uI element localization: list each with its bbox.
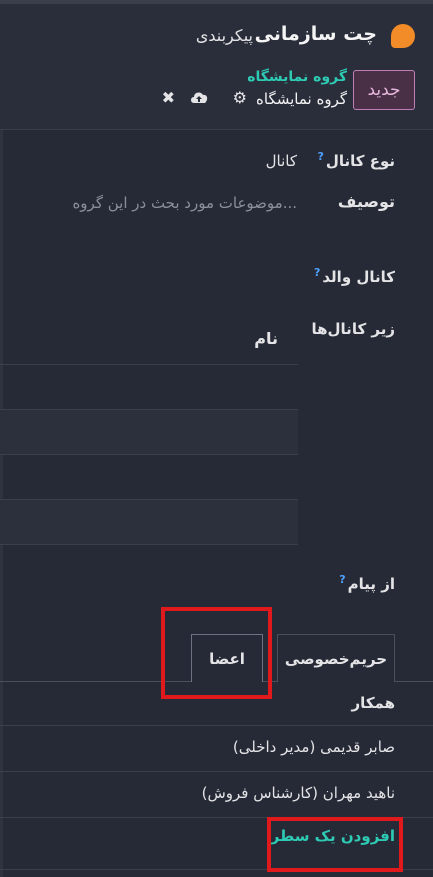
tab-members[interactable]: اعضا bbox=[191, 634, 263, 682]
table-row bbox=[0, 365, 298, 410]
channel-type-value[interactable]: کانال bbox=[266, 152, 297, 170]
cloud-upload-icon[interactable] bbox=[189, 89, 209, 109]
channel-type-label: ? نوع کانال bbox=[317, 150, 395, 170]
help-marker[interactable]: ? bbox=[339, 573, 345, 586]
parent-channel-label-text: کانال والد bbox=[322, 268, 395, 286]
new-button[interactable]: جدید bbox=[353, 70, 415, 110]
colleague-column-header[interactable]: همکار bbox=[352, 694, 395, 712]
add-line-link[interactable]: افزودن یک سطر bbox=[271, 827, 395, 845]
column-name-header[interactable]: نام bbox=[254, 329, 278, 348]
breadcrumb-parent-link[interactable]: گروه نمایشگاه bbox=[247, 69, 347, 85]
from-message-label-text: از پیام bbox=[347, 575, 395, 593]
close-icon[interactable]: ✖ bbox=[162, 89, 175, 107]
app-title[interactable]: چت سازمانی bbox=[255, 23, 377, 45]
table-row bbox=[0, 410, 298, 455]
menu-configuration[interactable]: پیکربندی bbox=[196, 26, 253, 45]
cloud-upload-glyph bbox=[191, 92, 208, 103]
member-row[interactable]: ناهید مهران (کارشناس فروش) bbox=[0, 772, 433, 818]
form-content: ? نوع کانال کانال توصیف موضوعات مورد بحث … bbox=[0, 130, 433, 877]
help-marker[interactable]: ? bbox=[314, 266, 320, 279]
sub-channels-table-header: نام bbox=[0, 315, 298, 365]
tab-privacy[interactable]: حریم‌خصوصی bbox=[277, 634, 395, 682]
member-row[interactable]: صابر قدیمی (مدیر داخلی) bbox=[0, 726, 433, 772]
from-message-label: ? از پیام bbox=[339, 573, 395, 593]
description-label: توصیف bbox=[337, 192, 395, 211]
control-panel: جدید گروه نمایشگاه گروه نمایشگاه ⚙ ✖ bbox=[0, 62, 433, 130]
member-name: ناهید مهران (کارشناس فروش) bbox=[201, 784, 395, 802]
gear-icon[interactable]: ⚙ bbox=[233, 89, 247, 107]
table-row bbox=[0, 455, 298, 500]
discuss-logo-icon[interactable] bbox=[391, 24, 415, 48]
member-name: صابر قدیمی (مدیر داخلی) bbox=[232, 738, 395, 756]
navbar: چت سازمانی پیکربندی bbox=[0, 4, 433, 62]
description-input[interactable]: موضوعات مورد بحث در این گروه... bbox=[72, 194, 297, 212]
members-table-header: همکار bbox=[0, 682, 433, 726]
breadcrumb-current: گروه نمایشگاه bbox=[256, 90, 347, 108]
sub-channels-label: زیر کانال‌ها bbox=[311, 320, 396, 338]
notebook-tabs: حریم‌خصوصی اعضا bbox=[0, 634, 433, 682]
help-marker[interactable]: ? bbox=[317, 150, 323, 163]
channel-type-label-text: نوع کانال bbox=[325, 152, 395, 170]
table-row bbox=[0, 500, 298, 545]
parent-channel-label: ? کانال والد bbox=[314, 266, 395, 286]
